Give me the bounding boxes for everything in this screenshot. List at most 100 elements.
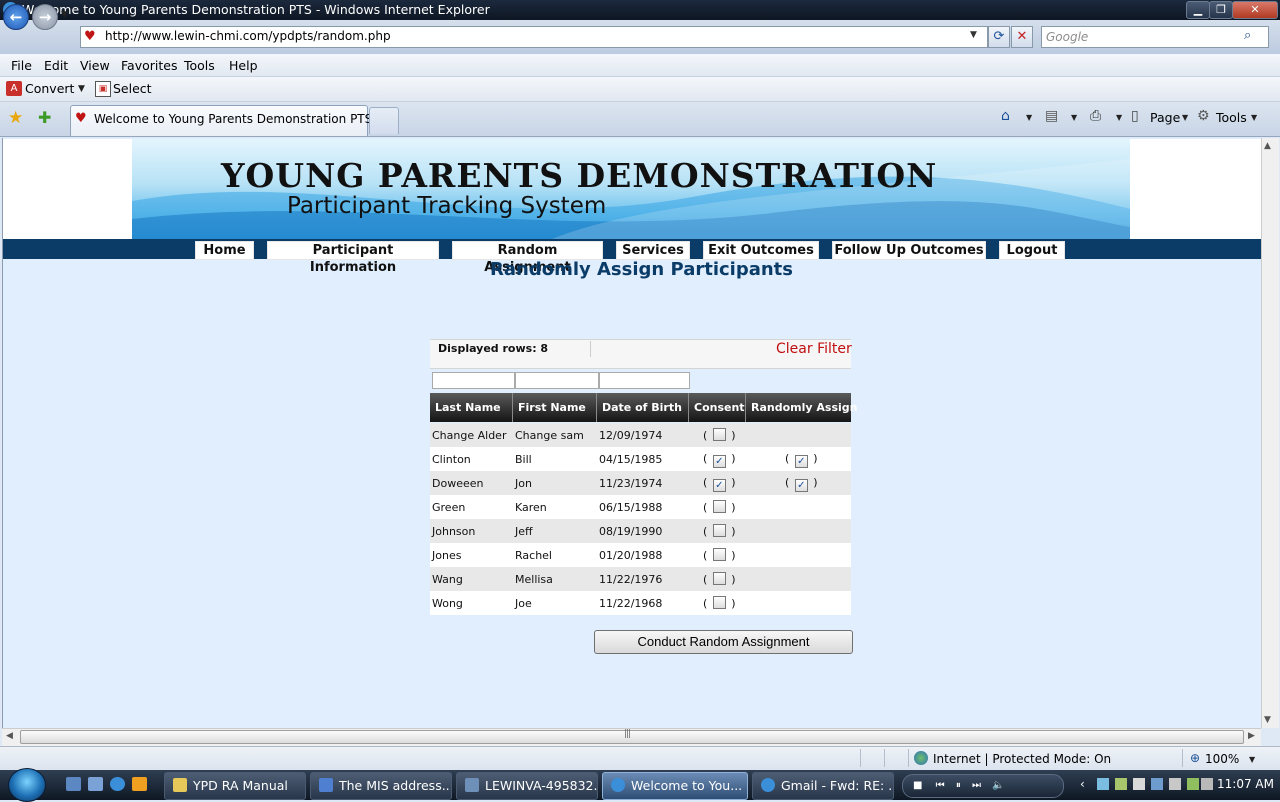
tray-app-icon[interactable] (1201, 778, 1213, 790)
stop-media-icon[interactable]: ■ (913, 780, 922, 791)
randomly-assign-checkbox[interactable]: ( ✓ ) (785, 476, 818, 492)
consent-checkbox[interactable]: ( ✓ ) (703, 452, 736, 468)
vertical-scrollbar[interactable] (1261, 138, 1279, 728)
nav-random-assignment[interactable]: Random Assignment (452, 241, 603, 275)
volume-icon[interactable]: 🔈 (992, 780, 1004, 791)
checkbox[interactable] (712, 500, 726, 513)
filter-last-name-input[interactable] (432, 372, 515, 389)
address-dropdown[interactable]: ▼ (970, 30, 977, 40)
taskbar-item-ypd-ra-manual[interactable]: YPD RA Manual (164, 772, 306, 800)
menu-help[interactable]: Help (229, 58, 258, 73)
conduct-random-assignment-button[interactable]: Conduct Random Assignment (594, 630, 853, 654)
pdf-convert-icon[interactable]: A (6, 81, 22, 96)
nav-logout[interactable]: Logout (999, 241, 1065, 260)
feeds-dropdown[interactable]: ▼ (1071, 113, 1077, 122)
select-icon[interactable]: ▣ (95, 81, 111, 97)
col-first-name[interactable]: First Name (518, 401, 586, 414)
start-button[interactable] (8, 768, 46, 802)
tray-app-icon[interactable] (1151, 778, 1163, 790)
consent-checkbox[interactable]: ( ✓ ) (703, 476, 736, 492)
menu-file[interactable]: File (11, 58, 32, 73)
checkbox[interactable]: ✓ (794, 455, 808, 468)
col-last-name[interactable]: Last Name (435, 401, 501, 414)
select-button[interactable]: Select (113, 81, 152, 96)
add-favorites-icon[interactable]: ✚ (38, 108, 51, 127)
page-dropdown[interactable]: ▼ (1182, 113, 1188, 122)
taskbar-clock[interactable]: 11:07 AM (1217, 777, 1274, 791)
scroll-left-arrow-icon[interactable]: ◀ (6, 731, 13, 741)
back-button[interactable]: ← (3, 4, 29, 30)
scroll-down-arrow-icon[interactable]: ▼ (1264, 715, 1271, 725)
window-title-bar[interactable]: e Welcome to Young Parents Demonstration… (0, 0, 1280, 20)
home-dropdown[interactable]: ▼ (1026, 113, 1032, 122)
scroll-right-arrow-icon[interactable]: ▶ (1248, 731, 1255, 741)
menu-favorites[interactable]: Favorites (121, 58, 177, 73)
media-quicklaunch-icon[interactable] (132, 777, 147, 791)
menu-tools[interactable]: Tools (184, 58, 215, 73)
checkbox[interactable] (712, 572, 726, 585)
tools-menu-button[interactable]: Tools (1216, 110, 1247, 125)
favorites-star-icon[interactable]: ★ (8, 108, 23, 128)
filter-dob-input[interactable] (599, 372, 690, 389)
recent-pages-dropdown[interactable]: ▼ (61, 10, 68, 20)
stop-button[interactable]: ✕ (1011, 26, 1033, 48)
forward-button[interactable]: → (32, 4, 58, 30)
checkbox[interactable]: ✓ (712, 455, 726, 468)
switch-windows-icon[interactable] (88, 777, 103, 791)
search-icon[interactable]: ⌕ (1244, 28, 1251, 43)
ie-quicklaunch-icon[interactable] (110, 777, 125, 791)
nav-home[interactable]: Home (195, 241, 254, 260)
pause-icon[interactable]: ⏸ (956, 780, 961, 791)
tray-app-icon[interactable] (1169, 778, 1181, 790)
consent-checkbox[interactable]: ( ) (703, 524, 736, 538)
horizontal-scroll-thumb[interactable] (20, 730, 1244, 744)
scroll-up-arrow-icon[interactable]: ▲ (1264, 141, 1271, 151)
tray-app-icon[interactable] (1133, 778, 1145, 790)
checkbox[interactable] (712, 428, 726, 441)
nav-services[interactable]: Services (616, 241, 690, 260)
nav-exit-outcomes[interactable]: Exit Outcomes (703, 241, 819, 260)
page-menu-button[interactable]: Page (1150, 110, 1180, 125)
zoom-level[interactable]: 100% (1205, 752, 1239, 766)
checkbox[interactable] (712, 596, 726, 609)
tray-app-icon[interactable] (1187, 778, 1199, 790)
randomly-assign-checkbox[interactable]: ( ✓ ) (785, 452, 818, 468)
convert-button[interactable]: Convert (25, 81, 74, 96)
show-desktop-icon[interactable] (66, 777, 81, 791)
maximize-button[interactable]: ❐ (1209, 1, 1233, 19)
refresh-button[interactable]: ⟳ (988, 26, 1010, 48)
address-url[interactable]: http://www.lewin-chmi.com/ypdpts/random.… (105, 29, 391, 43)
checkbox[interactable]: ✓ (794, 479, 808, 492)
col-consent[interactable]: Consent (694, 401, 745, 414)
tray-app-icon[interactable] (1115, 778, 1127, 790)
menu-edit[interactable]: Edit (44, 58, 68, 73)
consent-checkbox[interactable]: ( ) (703, 500, 736, 514)
security-zone-text[interactable]: Internet | Protected Mode: On (933, 752, 1111, 766)
home-icon[interactable]: ⌂ (1001, 108, 1010, 124)
zoom-dropdown[interactable]: ▼ (1249, 755, 1255, 764)
taskbar-item-gmail[interactable]: Gmail - Fwd: RE: ... (752, 772, 894, 800)
nav-follow-up-outcomes[interactable]: Follow Up Outcomes (832, 241, 986, 260)
taskbar-item-ypd-pts[interactable]: Welcome to You... (602, 772, 748, 800)
consent-checkbox[interactable]: ( ) (703, 428, 736, 442)
col-date-of-birth[interactable]: Date of Birth (602, 401, 682, 414)
feeds-icon[interactable]: ▤ (1045, 108, 1058, 124)
tools-dropdown[interactable]: ▼ (1251, 113, 1257, 122)
menu-view[interactable]: View (80, 58, 110, 73)
convert-dropdown[interactable]: ▼ (78, 84, 85, 94)
minimize-button[interactable]: ▁ (1186, 1, 1210, 19)
close-button[interactable]: ✕ (1232, 1, 1278, 19)
consent-checkbox[interactable]: ( ) (703, 548, 736, 562)
media-player-controls[interactable]: ■ ⏮ ⏸ ⏭ 🔈 (902, 774, 1064, 798)
taskbar-item-mis-address[interactable]: The MIS address.... (310, 772, 452, 800)
new-tab-button[interactable] (369, 107, 399, 134)
print-icon[interactable]: ⎙ (1090, 108, 1101, 124)
previous-track-icon[interactable]: ⏮ (936, 780, 945, 791)
consent-checkbox[interactable]: ( ) (703, 596, 736, 610)
checkbox[interactable] (712, 548, 726, 561)
checkbox[interactable] (712, 524, 726, 537)
print-dropdown[interactable]: ▼ (1116, 113, 1122, 122)
checkbox[interactable]: ✓ (712, 479, 726, 492)
col-randomly-assign[interactable]: Randomly Assign (751, 401, 857, 414)
next-track-icon[interactable]: ⏭ (972, 780, 981, 791)
